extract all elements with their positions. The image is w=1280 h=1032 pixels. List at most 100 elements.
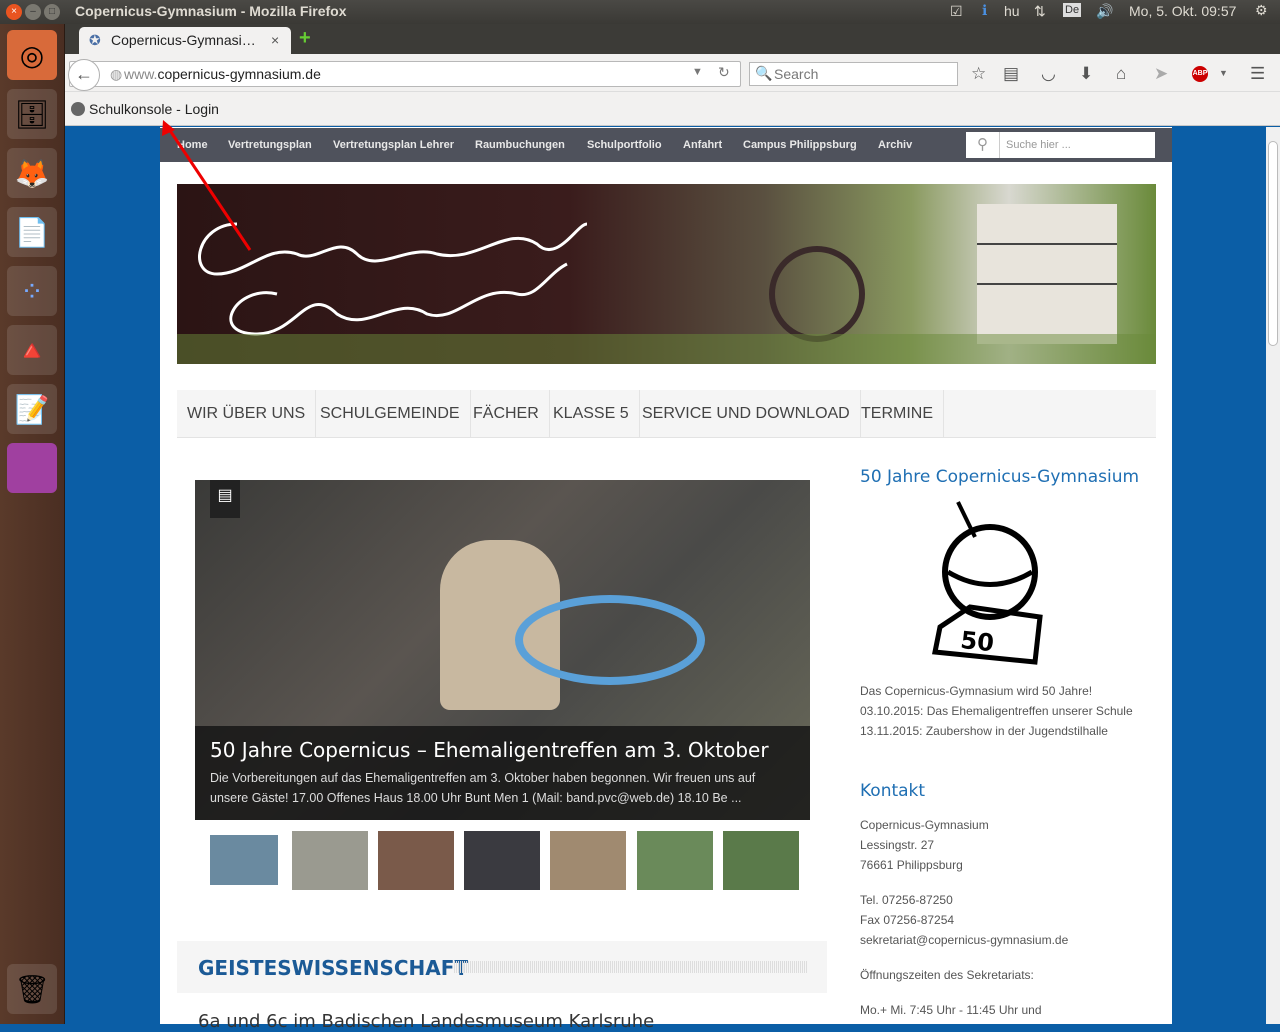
adblock-plus-icon[interactable]: ABP (1192, 66, 1208, 82)
jubilee-title[interactable]: 50 Jahre Copernicus-Gymnasium (860, 467, 1160, 487)
slider-thumb-6[interactable] (637, 831, 713, 890)
slider-thumb-7[interactable] (723, 831, 799, 890)
unity-launcher: ◎ 🗄 🦊 📄 ⁘ 🔺 📝 🗑 (0, 24, 65, 1024)
pocket-icon[interactable]: ◡ (1041, 64, 1056, 84)
web-page: Home Vertretungsplan Vertretungsplan Leh… (160, 127, 1172, 1032)
input-method-indicator[interactable]: De (1063, 3, 1082, 17)
slider-thumb-5[interactable] (550, 831, 626, 890)
tab-title: Copernicus-Gymnasi… (111, 32, 256, 48)
reading-list-icon[interactable]: ▤ (1003, 64, 1019, 84)
nav-schulportfolio[interactable]: Schulportfolio (587, 139, 662, 151)
url-bar[interactable]: ◍ www.copernicus-gymnasium.de ▼ ↻ (69, 61, 741, 87)
close-window-button[interactable]: × (6, 4, 22, 20)
adblock-dropdown-icon[interactable]: ▼ (1219, 68, 1228, 78)
menu-klasse-5[interactable]: KLASSE 5 (543, 390, 640, 438)
new-tab-button[interactable]: + (299, 27, 311, 50)
menu-faecher[interactable]: FÄCHER (463, 390, 550, 438)
url-domain: copernicus-gymnasium.de (157, 66, 321, 82)
jubilee-line-3: 13.11.2015: Zaubershow in der Jugendstil… (860, 724, 1108, 738)
bookmark-schulkonsole[interactable]: Schulkonsole - Login (89, 101, 219, 117)
settings-gear-icon[interactable]: ⚙ (1255, 2, 1268, 19)
post-format-icon: ▤ (210, 480, 240, 518)
downloads-icon[interactable]: ⬇ (1079, 64, 1093, 84)
menu-service-download[interactable]: SERVICE UND DOWNLOAD (632, 390, 861, 438)
nav-home[interactable]: Home (177, 139, 208, 151)
home-icon[interactable]: ⌂ (1116, 64, 1126, 84)
vlc-icon[interactable]: 🔺 (7, 325, 57, 375)
workspace-switcher-icon[interactable] (7, 443, 57, 493)
tab-bar: ✪ Copernicus-Gymnasi… × + (65, 24, 1280, 54)
sidebar: 50 Jahre Copernicus-Gymnasium 50 Das Cop… (860, 467, 1160, 1020)
site-search-placeholder: Suche hier ... (1006, 139, 1071, 151)
nav-raumbuchungen[interactable]: Raumbuchungen (475, 139, 565, 151)
fax: Fax 07256-87254 (860, 913, 955, 927)
nav-campus-philippsburg[interactable]: Campus Philippsburg (743, 139, 857, 151)
volume-icon[interactable]: 🔊 (1096, 3, 1113, 20)
scrollbar-thumb[interactable] (1268, 141, 1278, 346)
slider-photo-chalk (515, 595, 705, 685)
menu-schulgemeinde[interactable]: SCHULGEMEINDE (310, 390, 471, 438)
article-title[interactable]: 6a und 6c im Badischen Landesmuseum Karl… (198, 1011, 654, 1032)
site-favicon-icon: ✪ (89, 32, 101, 48)
trash-icon[interactable]: 🗑 (7, 964, 57, 1014)
header-banner[interactable] (177, 184, 1156, 364)
main-menu: WIR ÜBER UNS SCHULGEMEINDE FÄCHER KLASSE… (177, 390, 1156, 438)
contact-title: Kontakt (860, 781, 926, 801)
bookmarks-toolbar: Schulkonsole - Login (65, 92, 1280, 126)
back-button[interactable]: ← (68, 59, 100, 91)
page-scrollbar[interactable] (1266, 127, 1280, 1024)
slider-thumb-2[interactable] (292, 831, 368, 890)
slider-caption: 50 Jahre Copernicus – Ehemaligentreffen … (195, 726, 810, 820)
section-header: GEISTESWISSENSCHAFT (177, 941, 827, 993)
address-line-2: Lessingstr. 27 (860, 838, 935, 852)
nav-anfahrt[interactable]: Anfahrt (683, 139, 722, 151)
site-search-input[interactable]: ⚲ Suche hier ... (966, 132, 1155, 158)
maximize-window-button[interactable]: □ (44, 4, 60, 20)
bookmark-favicon-icon (71, 102, 85, 116)
files-icon[interactable]: 🗄 (7, 89, 57, 139)
menu-termine[interactable]: TERMINE (851, 390, 944, 438)
menu-hamburger-icon[interactable]: ☰ (1250, 64, 1265, 84)
keyboard-layout-indicator[interactable]: hu (1004, 3, 1020, 19)
site-search-icon[interactable]: ⚲ (966, 132, 1000, 158)
reload-icon[interactable]: ↻ (718, 64, 730, 81)
tab-copernicus[interactable]: ✪ Copernicus-Gymnasi… × (79, 27, 291, 54)
document-icon[interactable]: 📄 (7, 207, 57, 257)
slider-thumb-3[interactable] (378, 831, 454, 890)
section-title[interactable]: GEISTESWISSENSCHAFT (198, 956, 468, 980)
banner-logo-script (177, 204, 1156, 364)
url-dropdown-icon[interactable]: ▼ (692, 66, 703, 78)
phone: Tel. 07256-87250 (860, 893, 953, 907)
close-tab-icon[interactable]: × (271, 32, 279, 48)
nav-vertretungsplan-lehrer[interactable]: Vertretungsplan Lehrer (333, 139, 454, 151)
share-icon[interactable]: ➤ (1154, 64, 1168, 84)
jubilee-logo-number: 50 (959, 626, 995, 657)
slider-title[interactable]: 50 Jahre Copernicus – Ehemaligentreffen … (210, 738, 795, 762)
firefox-icon[interactable]: 🦊 (7, 148, 57, 198)
window-title: Copernicus-Gymnasium - Mozilla Firefox (75, 3, 347, 19)
minimize-window-button[interactable]: – (25, 4, 41, 20)
nav-archiv[interactable]: Archiv (878, 139, 912, 151)
bookmark-star-icon[interactable]: ☆ (971, 64, 986, 84)
address-line-3: 76661 Philippsburg (860, 858, 963, 872)
nav-vertretungsplan[interactable]: Vertretungsplan (228, 139, 312, 151)
menu-wir-ueber-uns[interactable]: WIR ÜBER UNS (177, 390, 317, 438)
ubuntu-dash-icon[interactable]: ◎ (7, 30, 57, 80)
email-link[interactable]: sekretariat@copernicus-gymnasium.de (860, 930, 1160, 950)
address-line-1: Copernicus-Gymnasium (860, 818, 989, 832)
slider-thumb-1[interactable] (210, 835, 278, 885)
clock[interactable]: Mo, 5. Okt. 09:57 (1129, 3, 1236, 19)
jubilee-line-2: 03.10.2015: Das Ehemaligentreffen unsere… (860, 704, 1133, 718)
slider-thumb-4[interactable] (464, 831, 540, 890)
search-bar[interactable]: 🔍 Search (749, 62, 958, 86)
globe-icon: ◍ (110, 66, 123, 82)
checkbox-indicator-icon[interactable]: ☑ (950, 3, 963, 20)
pdf-reader-icon[interactable]: 📝 (7, 384, 57, 434)
featured-slider[interactable]: ▤ 50 Jahre Copernicus – Ehemaligentreffe… (195, 480, 810, 820)
info-icon[interactable]: ℹ (982, 2, 987, 19)
jubilee-logo: 50 (932, 501, 1043, 665)
network-icon[interactable]: ⇅ (1034, 3, 1046, 20)
network-app-icon[interactable]: ⁘ (7, 266, 57, 316)
section-divider (454, 961, 807, 973)
jubilee-line-1: Das Copernicus-Gymnasium wird 50 Jahre! (860, 684, 1093, 698)
